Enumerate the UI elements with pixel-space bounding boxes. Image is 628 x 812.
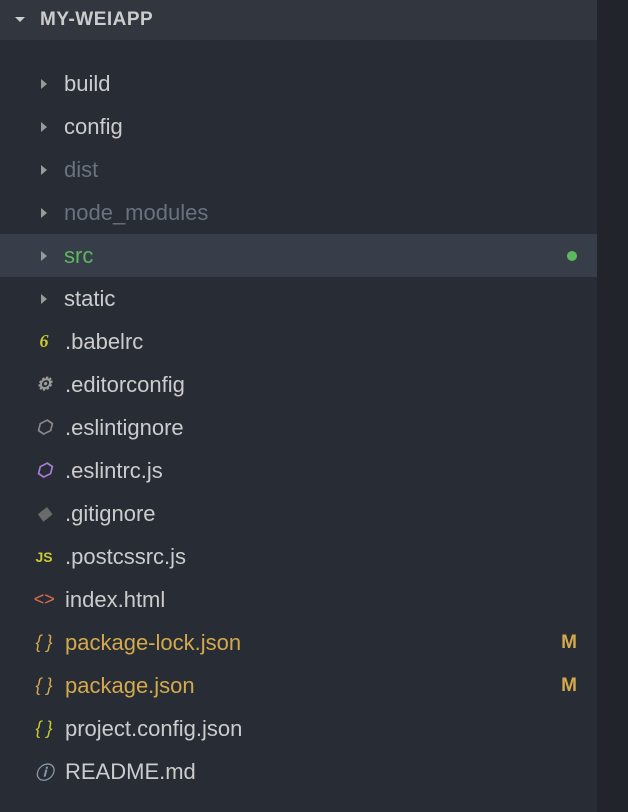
git-icon: ◆ [33,503,55,525]
folder-item[interactable]: build [0,62,597,105]
item-label: .eslintignore [65,415,184,441]
gear-icon: ⚙ [33,374,55,396]
js-icon: JS [33,546,55,568]
folder-item[interactable]: config [0,105,597,148]
folder-item[interactable]: static [0,277,597,320]
file-item[interactable]: ⓘ README.md [0,750,597,793]
folder-item[interactable]: node_modules [0,191,597,234]
html-icon: <> [33,589,55,611]
file-item[interactable]: ⚙ .editorconfig [0,363,597,406]
babel-icon: 6 [33,331,55,353]
item-label: project.config.json [65,716,242,742]
file-item[interactable]: ◆ .gitignore [0,492,597,535]
json-icon: { } [33,632,55,654]
item-label: .babelrc [65,329,143,355]
collapse-icon [14,14,30,26]
modified-badge: M [561,632,577,654]
expand-icon [38,293,50,305]
eslint-icon: ⬡ [33,460,55,482]
expand-icon [38,121,50,133]
expand-icon [38,250,50,262]
file-item[interactable]: { } package.json M [0,664,597,707]
item-label: index.html [65,587,165,613]
item-label: .eslintrc.js [65,458,163,484]
info-icon: ⓘ [33,761,55,783]
folder-item[interactable]: src [0,234,597,277]
item-label: .postcssrc.js [65,544,186,570]
modified-dot [567,251,577,261]
file-tree: build config dist node_modulessrc static 6 .ba… [0,40,597,793]
item-label: static [64,286,115,312]
item-label: src [64,243,93,269]
item-label: build [64,71,110,97]
json-icon: { } [33,675,55,697]
file-item[interactable]: { } project.config.json [0,707,597,750]
file-item[interactable]: <> index.html [0,578,597,621]
modified-badge: M [561,675,577,697]
item-label: .gitignore [65,501,156,527]
item-label: config [64,114,123,140]
expand-icon [38,78,50,90]
file-item[interactable]: ⬡ .eslintignore [0,406,597,449]
project-header[interactable]: MY-WEIAPP [0,0,597,40]
file-item[interactable]: 6 .babelrc [0,320,597,363]
item-label: .editorconfig [65,372,185,398]
expand-icon [38,164,50,176]
item-label: node_modules [64,200,208,226]
file-item[interactable]: JS .postcssrc.js [0,535,597,578]
file-item[interactable]: ⬡ .eslintrc.js [0,449,597,492]
folder-item[interactable]: dist [0,148,597,191]
item-label: package.json [65,673,195,699]
expand-icon [38,207,50,219]
item-label: dist [64,157,98,183]
project-title: MY-WEIAPP [40,9,153,31]
eslint-ignore-icon: ⬡ [33,417,55,439]
json2-icon: { } [33,718,55,740]
file-item[interactable]: { } package-lock.json M [0,621,597,664]
item-label: README.md [65,759,196,785]
item-label: package-lock.json [65,630,241,656]
explorer-sidebar: MY-WEIAPP build config dist node_modulessrc… [0,0,597,812]
